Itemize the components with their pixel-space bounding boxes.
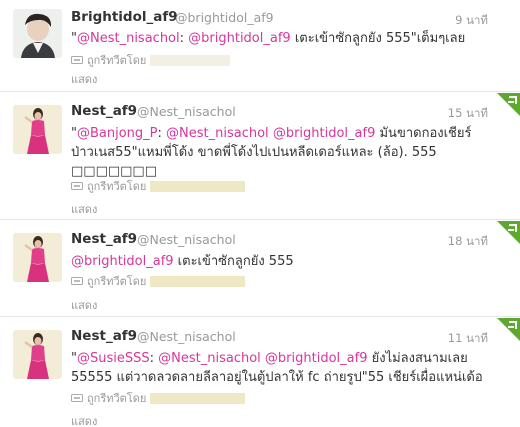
display-name[interactable]: Nest_af9: [71, 231, 137, 247]
tweet-text-segment: :: [179, 31, 189, 46]
expand-link[interactable]: แสดง: [71, 200, 97, 218]
display-name[interactable]: Brightidol_af9: [71, 9, 178, 25]
mention-link[interactable]: @Nest_nisachol: [166, 126, 269, 141]
retweet-icon: [71, 393, 83, 403]
display-name[interactable]: Nest_af9: [71, 328, 137, 344]
retweeted-by-label: ถูกรีทวีตโดย: [87, 180, 147, 193]
avatar[interactable]: [13, 330, 62, 379]
timestamp[interactable]: 11 นาที: [448, 330, 488, 348]
retweeter-name-redacted: [150, 392, 246, 404]
timestamp[interactable]: 9 นาที: [455, 12, 488, 30]
tweet-timeline: Brightidol_af9 @brightidol_af9 9 นาที "@…: [0, 0, 520, 427]
mention-link[interactable]: @brightidol_af9: [71, 254, 174, 269]
retweet-icon: [71, 55, 83, 65]
retweet-corner-icon: [497, 318, 520, 341]
mention-link[interactable]: @Nest_nisachol: [158, 351, 261, 366]
avatar[interactable]: [13, 9, 62, 58]
tweet-text: @brightidol_af9 เตะเข้าซักลูกยัง 555: [71, 252, 488, 271]
retweeter-name-redacted: [150, 180, 246, 192]
mention-link[interactable]: @Banjong_P: [77, 126, 158, 141]
retweeted-by-label: ถูกรีทวีตโดย: [87, 275, 147, 288]
retweet-icon: [71, 276, 83, 286]
tweet-text: "@Nest_nisachol: @brightidol_af9 เตะเข้า…: [71, 29, 488, 48]
retweeter-name-redacted: [150, 54, 231, 66]
timestamp[interactable]: 15 นาที: [448, 105, 488, 123]
retweeted-by: ถูกรีทวีตโดย: [71, 274, 246, 288]
retweeted-by-label: ถูกรีทวีตโดย: [87, 54, 147, 67]
retweet-corner-icon: [497, 93, 520, 116]
mention-link[interactable]: @SusieSSS: [77, 351, 150, 366]
retweet-corner-icon: [497, 221, 520, 244]
username[interactable]: @brightidol_af9: [175, 10, 274, 25]
display-name[interactable]: Nest_af9: [71, 103, 137, 119]
tweet-text-segment: เตะเข้าซักลูกยัง 555"เต็มๆเลย: [290, 31, 466, 46]
avatar[interactable]: [13, 105, 62, 154]
tweet-item[interactable]: Nest_af9 @Nest_nisachol 15 นาที "@Banjon…: [0, 93, 520, 220]
retweet-icon: [71, 181, 83, 191]
tweet-text-segment: เตะเข้าซักลูกยัง 555: [173, 254, 294, 269]
timestamp[interactable]: 18 นาที: [448, 233, 488, 251]
mention-link[interactable]: @brightidol_af9: [273, 126, 376, 141]
username[interactable]: @Nest_nisachol: [137, 104, 236, 119]
tweet-text: "@Banjong_P: @Nest_nisachol @brightidol_…: [71, 124, 488, 181]
expand-link[interactable]: แสดง: [71, 412, 97, 427]
tweet-item[interactable]: Nest_af9 @Nest_nisachol 18 นาที @brighti…: [0, 221, 520, 317]
retweeted-by: ถูกรีทวีตโดย: [71, 53, 231, 67]
username[interactable]: @Nest_nisachol: [137, 232, 236, 247]
tweet-item[interactable]: Brightidol_af9 @brightidol_af9 9 นาที "@…: [0, 0, 520, 92]
username[interactable]: @Nest_nisachol: [137, 329, 236, 344]
mention-link[interactable]: @Nest_nisachol: [77, 31, 180, 46]
expand-link[interactable]: แสดง: [71, 70, 97, 88]
tweet-item[interactable]: Nest_af9 @Nest_nisachol 11 นาที "@SusieS…: [0, 318, 520, 427]
retweeted-by: ถูกรีทวีตโดย: [71, 179, 246, 193]
retweeted-by: ถูกรีทวีตโดย: [71, 391, 246, 405]
tweet-text-segment: :: [157, 126, 167, 141]
mention-link[interactable]: @brightidol_af9: [188, 31, 291, 46]
expand-link[interactable]: แสดง: [71, 296, 97, 314]
tweet-text-segment: :: [149, 351, 159, 366]
tweet-text: "@SusieSSS: @Nest_nisachol @brightidol_a…: [71, 349, 488, 387]
mention-link[interactable]: @brightidol_af9: [265, 351, 368, 366]
avatar[interactable]: [13, 233, 62, 282]
retweeted-by-label: ถูกรีทวีตโดย: [87, 392, 147, 405]
retweeter-name-redacted: [150, 275, 246, 287]
